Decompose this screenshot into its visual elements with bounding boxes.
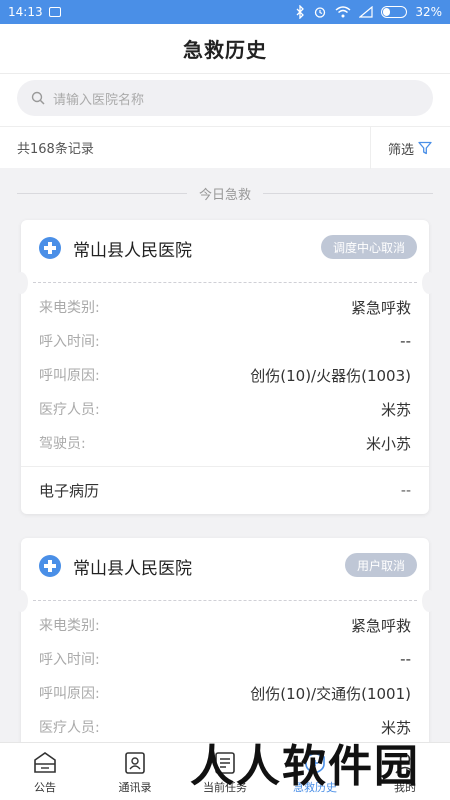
status-badge: 用户取消 (344, 553, 417, 577)
signal-icon (359, 6, 373, 18)
battery-percent: 32% (415, 5, 442, 19)
dashed-line (33, 282, 417, 283)
field-value: -- (400, 332, 411, 350)
field-label: 呼叫原因: (39, 686, 100, 702)
card-header: 常山县人民医院 用户取消 (21, 538, 429, 594)
card-notch (14, 272, 28, 294)
battery-fill (383, 8, 391, 16)
search-section: 请输入医院名称 (0, 74, 450, 126)
tab-label: 通讯录 (118, 781, 152, 794)
field-value: 创伤(10)/交通伤(1001) (250, 684, 411, 703)
field-label: 来电类别: (39, 618, 100, 634)
rescue-record-card[interactable]: 常山县人民医院 调度中心取消 来电类别: 紧急呼救 呼入时间: -- 呼叫原因: 创伤… (14, 220, 436, 514)
record-count: 共168条记录 (17, 142, 94, 157)
search-input[interactable]: 请输入医院名称 (17, 80, 433, 116)
card-notch (422, 272, 436, 294)
battery-icon (381, 6, 408, 18)
notification-icon (48, 7, 61, 17)
search-icon (31, 91, 45, 105)
field-row: 呼入时间: -- (39, 642, 411, 676)
field-label: 驾驶员: (39, 436, 86, 452)
status-time: 14:13 (8, 5, 43, 19)
field-row: 驾驶员: 米小苏 (39, 426, 411, 460)
card-divider (14, 590, 436, 612)
field-row: 呼叫原因: 创伤(10)/火器伤(1003) (39, 358, 411, 392)
field-row: 来电类别: 紧急呼救 (39, 608, 411, 642)
field-value: 创伤(10)/火器伤(1003) (250, 366, 411, 385)
card-fields: 来电类别: 紧急呼救 呼入时间: -- 呼叫原因: 创伤(10)/火器伤(1003) … (21, 290, 429, 460)
field-label: 呼入时间: (39, 334, 100, 350)
hospital-cross-icon (39, 555, 61, 577)
field-row: 医疗人员: 米苏 (39, 392, 411, 426)
field-label: 呼入时间: (39, 652, 100, 668)
dashed-line (33, 600, 417, 601)
card-notch (14, 590, 28, 612)
card-divider (14, 272, 436, 294)
alarm-icon (315, 7, 326, 18)
tab-label: 公告 (34, 781, 56, 794)
hospital-name: 常山县人民医院 (73, 240, 192, 261)
field-label: 来电类别: (39, 300, 100, 316)
field-value: 紧急呼救 (350, 616, 411, 635)
announcement-icon (34, 752, 56, 773)
field-value: -- (400, 650, 411, 668)
bluetooth-icon (296, 5, 305, 19)
contacts-icon (125, 752, 145, 774)
status-right: 32% (295, 5, 442, 19)
tab-announcement[interactable]: 公告 (0, 743, 90, 800)
search-placeholder: 请输入医院名称 (53, 92, 145, 108)
card-header: 常山县人民医院 调度中心取消 (21, 220, 429, 276)
field-row: 呼入时间: -- (39, 324, 411, 358)
filter-divider (370, 127, 371, 169)
hospital-cross-icon (39, 237, 61, 259)
watermark: 人人软件园 (190, 741, 420, 792)
section-separator: 今日急救 (17, 180, 434, 206)
filter-button[interactable]: 筛选 (388, 127, 432, 169)
status-badge: 调度中心取消 (320, 235, 417, 259)
section-label: 今日急救 (199, 187, 252, 203)
field-value: 紧急呼救 (350, 298, 411, 317)
field-row: 来电类别: 紧急呼救 (39, 290, 411, 324)
page-header: 急救历史 (0, 24, 450, 74)
divider-line (17, 192, 187, 194)
card-notch (422, 590, 436, 612)
hospital-name: 常山县人民医院 (73, 558, 192, 579)
filter-bar: 共168条记录 筛选 (0, 126, 450, 169)
medical-record-value: -- (400, 482, 411, 499)
medical-record-label: 电子病历 (39, 482, 100, 500)
field-label: 医疗人员: (39, 720, 100, 736)
card-fields: 来电类别: 紧急呼救 呼入时间: -- 呼叫原因: 创伤(10)/交通伤(1001) … (21, 608, 429, 744)
status-bar: 14:13 32% (0, 0, 450, 24)
filter-icon (418, 141, 432, 155)
field-label: 呼叫原因: (39, 368, 100, 384)
page-title: 急救历史 (183, 38, 267, 62)
divider-line (263, 192, 434, 194)
medical-record-row[interactable]: 电子病历 -- (21, 466, 429, 514)
filter-label: 筛选 (387, 142, 414, 158)
field-row: 呼叫原因: 创伤(10)/交通伤(1001) (39, 676, 411, 710)
field-value: 米苏 (380, 400, 411, 419)
wifi-icon (335, 6, 351, 18)
field-value: 米小苏 (365, 434, 411, 453)
field-label: 医疗人员: (39, 402, 100, 418)
tab-contacts[interactable]: 通讯录 (90, 743, 180, 800)
rescue-record-card[interactable]: 常山县人民医院 用户取消 来电类别: 紧急呼救 呼入时间: -- 呼叫原因: 创伤(1… (14, 538, 436, 748)
